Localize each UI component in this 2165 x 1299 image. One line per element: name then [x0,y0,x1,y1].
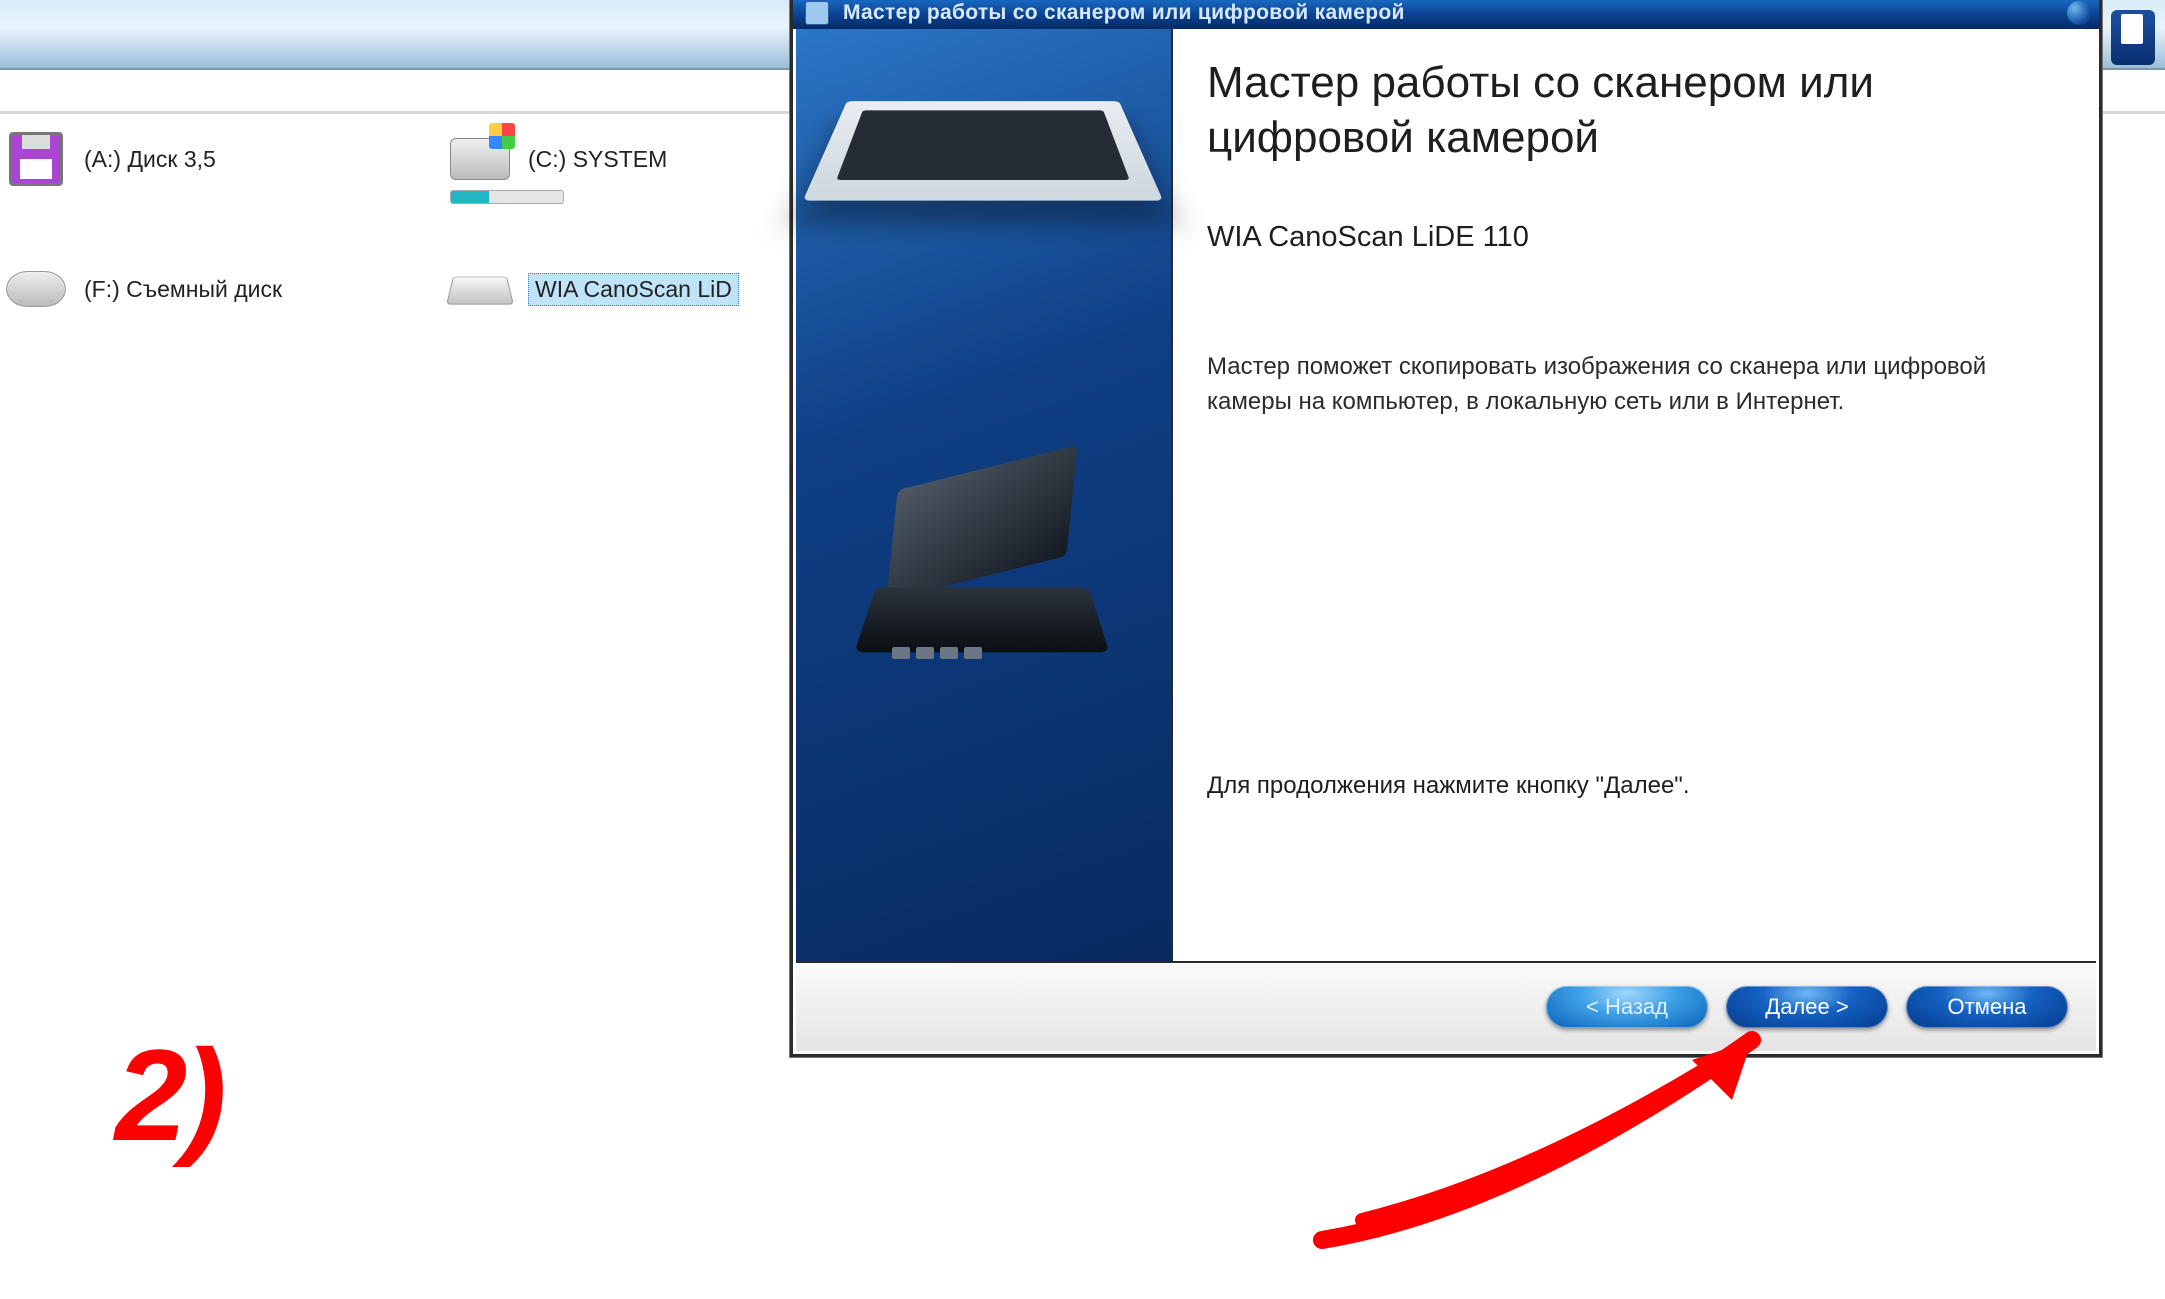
wizard-continue-hint: Для продолжения нажмите кнопку "Далее". [1207,772,2062,800]
disk-usage-bar [450,190,564,204]
wizard-titlebar[interactable]: Мастер работы со сканером или цифровой к… [793,0,2099,29]
drive-system-c[interactable]: (C:) SYSTEM [450,136,667,182]
wizard-window-title: Мастер работы со сканером или цифровой к… [843,1,1405,25]
close-icon[interactable] [2067,1,2091,25]
drive-label: (A:) Диск 3,5 [84,146,216,173]
scanner-wizard-dialog: Мастер работы со сканером или цифровой к… [790,0,2102,1057]
drive-label: WIA CanoScan LiD [528,273,739,306]
floppy-disk-icon [9,132,63,186]
wizard-device-name: WIA CanoScan LiDE 110 [1207,221,2062,254]
throbber-icon [2111,10,2155,65]
wizard-title-icon [805,1,829,25]
wizard-sidebar [796,29,1173,961]
scanner-icon [446,277,514,305]
drive-removable-f[interactable]: (F:) Съемный диск [6,266,282,312]
removable-drive-icon [6,271,66,307]
annotation-step-number: 2) [115,1020,223,1170]
drive-label: (C:) SYSTEM [528,146,667,173]
scanner-illustration-top [803,101,1163,200]
next-button[interactable]: Далее > [1726,986,1888,1028]
back-button[interactable]: < Назад [1546,986,1708,1028]
cancel-button[interactable]: Отмена [1906,986,2068,1028]
wizard-description: Мастер поможет скопировать изображения с… [1207,350,2062,420]
wizard-content: Мастер работы со сканером или цифровой к… [1173,29,2096,961]
wizard-heading: Мастер работы со сканером или цифровой к… [1207,55,2062,165]
hard-drive-icon [450,138,510,180]
drive-floppy-a[interactable]: (A:) Диск 3,5 [6,136,216,182]
drive-label: (F:) Съемный диск [84,276,282,303]
wizard-footer: < Назад Далее > Отмена [796,961,2096,1051]
device-scanner[interactable]: WIA CanoScan LiD [450,266,739,312]
scanner-illustration-device [866,469,1102,699]
